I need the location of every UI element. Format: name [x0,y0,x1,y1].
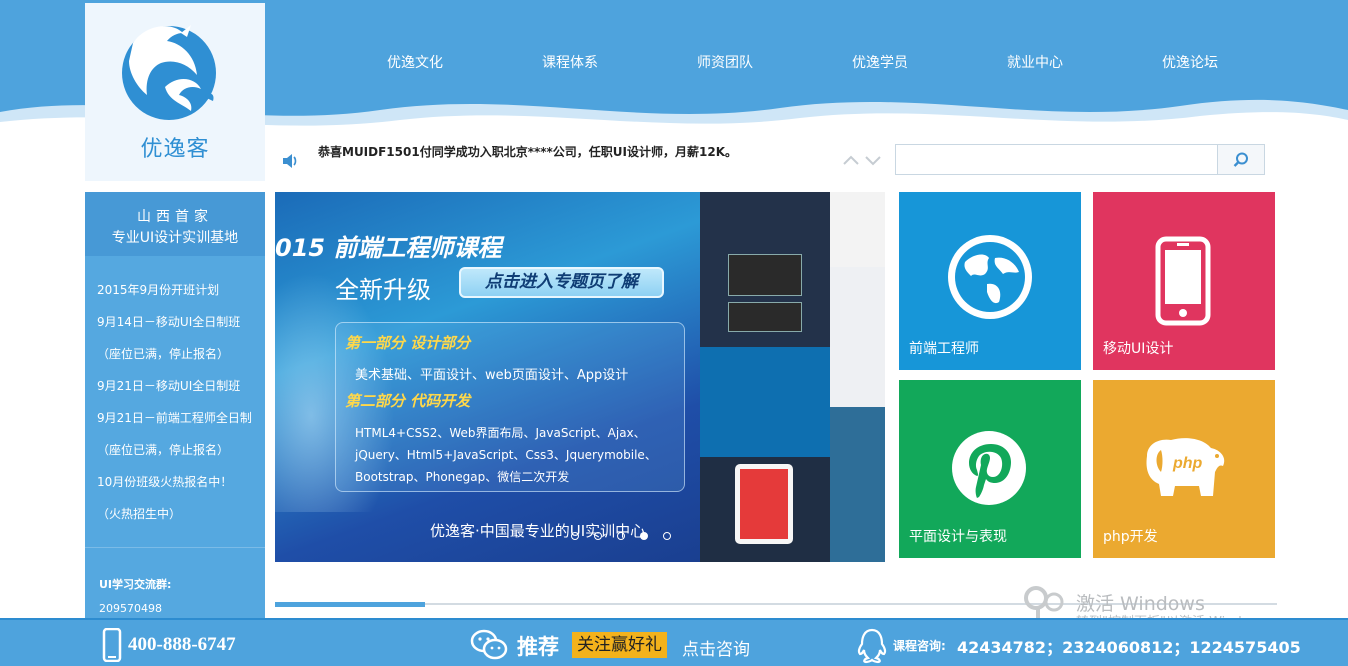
carousel-progress-fill [275,602,426,607]
search-input[interactable] [895,144,1219,175]
tile-frontend[interactable]: 前端工程师 [899,192,1081,370]
banner-thumb-ocean [700,347,830,457]
banner-thumb-infographic [830,407,885,562]
tile-label: php开发 [1103,529,1158,545]
banner-part1-text: 美术基础、平面设计、web页面设计、App设计 [355,368,629,383]
sidebar-list: 2015年9月份开班计划 9月14日－移动UI全日制班 （座位已满，停止报名） … [97,279,263,535]
nav-item-forum[interactable]: 优逸论坛 [1162,52,1218,72]
banner-carousel[interactable]: 015 前端工程师课程 全新升级 点击进入专题页了解 第一部分 设计部分 美术基… [275,192,885,562]
sidebar-item[interactable]: （座位已满，停止报名） [97,343,263,375]
sidebar: 山西首家 专业UI设计实训基地 2015年9月份开班计划 9月14日－移动UI全… [85,192,265,618]
banner-part2-line: jQuery、Html5+JavaScript、Css3、Jquerymobil… [355,448,657,462]
banner-cta-button[interactable]: 点击进入专题页了解 [459,267,664,298]
qq-group-number: 209570498 [99,602,162,615]
banner-thumb-white [830,192,885,267]
nav-item-teachers[interactable]: 师资团队 [697,52,753,72]
sidebar-item[interactable]: （火热招生中） [97,503,263,535]
nav-item-courses[interactable]: 课程体系 [542,52,598,72]
banner-part1-heading: 第一部分 设计部分 [345,334,471,352]
banner-thumb-card [728,302,802,332]
banner-part2-line: Bootstrap、Phonegap、微信二次开发 [355,470,570,484]
banner-subtitle: 全新升级 [335,276,431,304]
tile-label: 前端工程师 [909,341,979,357]
sidebar-heading-line2: 专业UI设计实训基地 [111,230,239,246]
sidebar-item[interactable]: 2015年9月份开班计划 [97,279,263,311]
svg-text:php: php [1172,455,1203,472]
footer-bar: 400-888-6747 推荐 关注赢好礼 点击咨询 课程咨询: 4243478… [0,618,1348,666]
qq-group-title: UI学习交流群: [99,578,172,591]
footer-course-numbers[interactable]: 42434782；2324060812；1224575405 [957,634,1301,658]
sidebar-heading-line1: 山西首家 [137,209,213,225]
sidebar-item[interactable]: （座位已满，停止报名） [97,439,263,471]
banner-title: 015 前端工程师课程 [275,234,502,262]
nav-item-culture[interactable]: 优逸文化 [387,52,443,72]
notice-text: 恭喜MUIDF1501付同学成功入职北京****公司，任职UI设计师，月薪12K… [318,145,738,159]
speaker-icon [283,154,297,168]
footer-consult-link[interactable]: 点击咨询 [682,635,750,660]
footer-recommend: 推荐 [517,635,559,659]
tile-php[interactable]: php php开发 [1093,380,1275,558]
logo-text: 优逸客 [140,137,210,162]
banner-ipad-image [735,464,793,544]
logo[interactable]: 优逸客 [85,3,265,181]
carousel-dot[interactable] [571,532,579,540]
carousel-dot[interactable] [594,532,602,540]
main-nav: 优逸文化 课程体系 师资团队 优逸学员 就业中心 优逸论坛 [360,52,1260,78]
wechat-icon [470,629,508,660]
banner-thumb-top [700,192,830,347]
tile-mobile-ui[interactable]: 移动UI设计 [1093,192,1275,370]
php-elephant-icon: php [1146,438,1225,496]
footer-gift-badge[interactable]: 关注赢好礼 [572,632,667,658]
sidebar-item[interactable]: 9月21日－移动UI全日制班 [97,375,263,407]
search-button[interactable] [1217,144,1265,175]
phone-icon [1155,236,1211,326]
chevron-up-icon [843,155,859,165]
banner-thumb-grey [830,267,885,407]
sidebar-item[interactable]: 9月14日－移动UI全日制班 [97,311,263,343]
mobile-phone-icon [102,628,122,662]
banner-part2-heading: 第二部分 代码开发 [345,392,471,410]
footer-course-label: 课程咨询: [893,639,946,653]
nav-item-students[interactable]: 优逸学员 [852,52,908,72]
nav-item-employment[interactable]: 就业中心 [1007,52,1063,72]
chevron-down-icon [865,156,881,166]
sidebar-divider [85,547,265,548]
carousel-dot[interactable] [617,532,625,540]
pinterest-icon [952,431,1026,505]
notice-arrows [843,155,881,166]
banner-thumb-card [728,254,802,296]
qq-penguin-icon [857,628,887,664]
globe-icon [948,235,1032,319]
dolphin-logo-icon [122,25,216,120]
carousel-dot[interactable] [663,532,671,540]
carousel-dot-active[interactable] [640,532,648,540]
banner-footer-text: 优逸客·中国最专业的UI实训中心 [430,522,646,540]
tile-label: 移动UI设计 [1103,341,1174,357]
tile-graphic-design[interactable]: 平面设计与表现 [899,380,1081,558]
footer-phone[interactable]: 400-888-6747 [128,634,236,656]
search-icon [1233,152,1248,167]
sidebar-item[interactable]: 10月份班级火热报名中！ [97,471,263,503]
sidebar-heading: 山西首家 专业UI设计实训基地 [85,192,265,256]
page: 优逸文化 课程体系 师资团队 优逸学员 就业中心 优逸论坛 优逸客 恭喜MUID… [0,0,1348,666]
banner-part2-line: HTML4+CSS2、Web界面布局、JavaScript、Ajax、 [355,426,646,440]
tile-label: 平面设计与表现 [909,529,1007,545]
sidebar-item[interactable]: 9月21日－前端工程师全日制 [97,407,263,439]
